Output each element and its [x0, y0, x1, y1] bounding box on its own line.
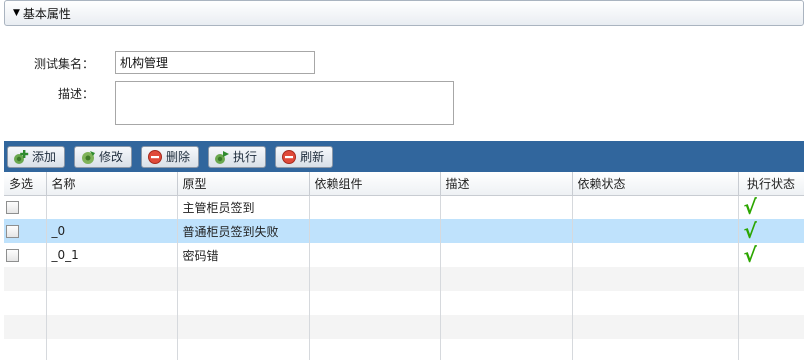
- cell-dep-status: [572, 219, 739, 243]
- empty-row: [4, 291, 804, 315]
- refresh-icon: [281, 149, 297, 165]
- grid-header-row: 多选 名称 原型 依赖组件 描述 依赖状态 执行状态: [4, 172, 804, 196]
- row-checkbox[interactable]: [6, 249, 19, 262]
- delete-button-label: 删除: [166, 150, 191, 164]
- empty-row: [4, 267, 804, 291]
- row-checkbox[interactable]: [6, 225, 19, 238]
- cell-prototype: 密码错: [177, 243, 310, 267]
- cell-prototype: 主管柜员签到: [177, 195, 310, 219]
- table-row[interactable]: 主管柜员签到 √: [4, 195, 804, 219]
- col-header-multi[interactable]: 多选: [4, 172, 47, 196]
- panel-title: 基本属性: [22, 6, 71, 21]
- description-label: 描述：: [57, 87, 94, 101]
- empty-row: [4, 315, 804, 339]
- cell-dependency: [309, 195, 441, 219]
- table-row[interactable]: _0_1 密码错 √: [4, 243, 804, 267]
- toolbar: 添加 修改 删除 执行 刷新: [4, 141, 804, 172]
- cell-description: [440, 243, 573, 267]
- col-header-prototype[interactable]: 原型: [177, 172, 310, 196]
- col-header-description[interactable]: 描述: [440, 172, 573, 196]
- run-button[interactable]: 执行: [208, 145, 267, 168]
- empty-row: [4, 339, 804, 360]
- cell-name: _0_1: [46, 243, 178, 267]
- add-button-label: 添加: [32, 150, 57, 164]
- add-icon: [13, 149, 29, 165]
- test-case-grid: 多选 名称 原型 依赖组件 描述 依赖状态 执行状态 主管柜员签到 √ _0 普…: [4, 172, 804, 360]
- check-mark-icon: √: [743, 242, 757, 267]
- check-mark-icon: √: [743, 218, 757, 243]
- run-icon: [214, 149, 230, 165]
- test-set-name-input[interactable]: [115, 51, 315, 74]
- cell-dep-status: [572, 243, 739, 267]
- collapse-triangle-icon[interactable]: ▼: [13, 8, 20, 18]
- col-header-name[interactable]: 名称: [46, 172, 178, 196]
- cell-dependency: [309, 243, 441, 267]
- add-button[interactable]: 添加: [7, 145, 66, 168]
- col-header-dep-status[interactable]: 依赖状态: [572, 172, 739, 196]
- cell-name: _0: [46, 219, 178, 243]
- refresh-button-label: 刷新: [300, 150, 325, 164]
- description-textarea[interactable]: [115, 81, 454, 125]
- check-mark-icon: √: [743, 194, 757, 219]
- cell-name: [46, 195, 178, 219]
- name-label: 测试集名：: [33, 57, 94, 71]
- cell-dep-status: [572, 195, 739, 219]
- edit-gear-icon: [80, 149, 96, 165]
- cell-description: [440, 195, 573, 219]
- basic-properties-header[interactable]: ▼ 基本属性: [4, 0, 804, 26]
- cell-prototype: 普通柜员签到失败: [177, 219, 310, 243]
- row-checkbox[interactable]: [6, 201, 19, 215]
- run-button-label: 执行: [233, 150, 258, 164]
- col-header-exec-status[interactable]: 执行状态: [738, 172, 804, 196]
- refresh-button[interactable]: 刷新: [275, 145, 334, 168]
- edit-button[interactable]: 修改: [74, 145, 133, 168]
- cell-description: [440, 219, 573, 243]
- col-header-dependency[interactable]: 依赖组件: [309, 172, 441, 196]
- delete-button[interactable]: 删除: [141, 145, 200, 168]
- cell-dependency: [309, 219, 441, 243]
- table-row[interactable]: _0 普通柜员签到失败 √: [4, 219, 804, 243]
- delete-icon: [147, 149, 163, 165]
- edit-button-label: 修改: [99, 150, 124, 164]
